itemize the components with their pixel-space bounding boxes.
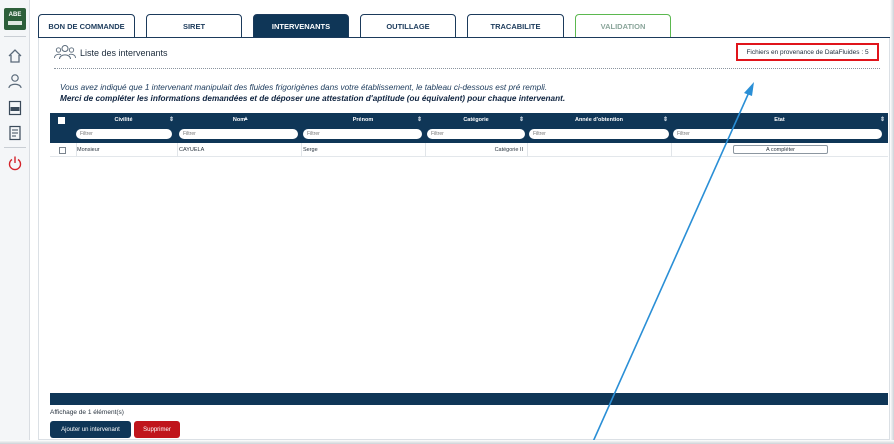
a-completer-button[interactable]: A compléter [733, 145, 828, 154]
sas-document-icon[interactable] [7, 100, 23, 116]
page-title: Liste des intervenants [80, 48, 168, 58]
dotted-divider [54, 68, 880, 69]
sort-ascending-icon[interactable]: ▲ [243, 116, 249, 122]
table-footer-bar [50, 393, 888, 405]
column-separator [301, 143, 302, 157]
instruction-message: Merci de compléter les informations dema… [60, 94, 566, 103]
home-icon[interactable] [7, 48, 23, 64]
people-icon [54, 44, 76, 60]
sidebar-divider [4, 147, 26, 148]
cell-nom: CAYUELA [179, 147, 205, 153]
row-checkbox[interactable] [59, 147, 66, 154]
filter-etat-input[interactable] [673, 129, 882, 139]
tab-tracabilite[interactable]: TRACABILITE [467, 14, 564, 38]
filter-nom-input[interactable] [179, 129, 298, 139]
tab-intervenants[interactable]: INTERVENANTS [253, 14, 349, 38]
filter-categorie-input[interactable] [427, 129, 525, 139]
column-label: Civilité [114, 117, 133, 123]
delete-button[interactable]: Supprimer [134, 421, 180, 438]
tab-bar: BON DE COMMANDE SIRET INTERVENANTS OUTIL… [38, 14, 682, 38]
tab-validation[interactable]: VALIDATION [575, 14, 671, 38]
sort-icon[interactable]: ⇕ [663, 116, 668, 123]
column-separator [177, 143, 178, 157]
column-separator [527, 143, 528, 157]
cell-civilite: Monsieur [77, 147, 100, 153]
logo-bar [8, 21, 22, 25]
column-label: Catégorie [463, 117, 489, 123]
user-icon[interactable] [7, 73, 23, 89]
sort-icon[interactable]: ⇕ [417, 116, 422, 123]
filter-prenom-input[interactable] [303, 129, 422, 139]
column-separator [425, 143, 426, 157]
column-separator [76, 143, 77, 157]
column-header-etat[interactable]: Etat ⇕ [671, 113, 888, 127]
column-header-nom[interactable]: Nom ▲ [177, 113, 301, 127]
column-label: Etat [774, 117, 785, 123]
sidebar: ABE [0, 0, 30, 444]
element-count: Affichage de 1 élément(s) [50, 409, 124, 416]
column-header-prenom[interactable]: Prénom ⇕ [301, 113, 425, 127]
tab-outillage[interactable]: OUTILLAGE [360, 14, 456, 38]
column-header-categorie[interactable]: Catégorie ⇕ [425, 113, 527, 127]
cell-categorie: Catégorie II [494, 147, 523, 153]
window-shadow [890, 0, 894, 444]
filter-civilite-input[interactable] [76, 129, 172, 139]
table-header: Civilité ⇕ Nom ▲ Prénom ⇕ Catégorie ⇕ An… [50, 113, 888, 143]
datafluides-highlight-box: Fichiers en provenance de DataFluides : … [736, 43, 879, 61]
column-label: Année d'obtention [574, 117, 624, 123]
select-all-checkbox[interactable] [58, 117, 65, 124]
filter-annee-input[interactable] [529, 129, 669, 139]
power-icon[interactable] [7, 155, 23, 171]
column-separator [671, 143, 672, 157]
sort-icon[interactable]: ⇕ [169, 116, 174, 123]
datafluides-files-count[interactable]: Fichiers en provenance de DataFluides : … [746, 49, 868, 56]
column-label: Prénom [352, 117, 374, 123]
tab-siret[interactable]: SIRET [146, 14, 242, 38]
cell-prenom: Serge [303, 147, 318, 153]
tab-bon-de-commande[interactable]: BON DE COMMANDE [38, 14, 135, 38]
app-logo[interactable]: ABE [4, 8, 26, 30]
sidebar-divider [4, 36, 26, 37]
add-intervenant-button[interactable]: Ajouter un intervenant [50, 421, 131, 438]
column-header-civilite[interactable]: Civilité ⇕ [70, 113, 177, 127]
document-icon[interactable] [7, 125, 23, 141]
sort-icon[interactable]: ⇕ [519, 116, 524, 123]
info-message: Vous avez indiqué que 1 intervenant mani… [60, 83, 548, 92]
column-header-annee[interactable]: Année d'obtention ⇕ [527, 113, 671, 127]
app-window: ABE BON DE COMMANDE SIRET INTERVENANTS O… [0, 0, 894, 444]
window-shadow [0, 440, 894, 444]
sort-icon[interactable]: ⇕ [880, 116, 885, 123]
logo-text: ABE [8, 12, 22, 18]
